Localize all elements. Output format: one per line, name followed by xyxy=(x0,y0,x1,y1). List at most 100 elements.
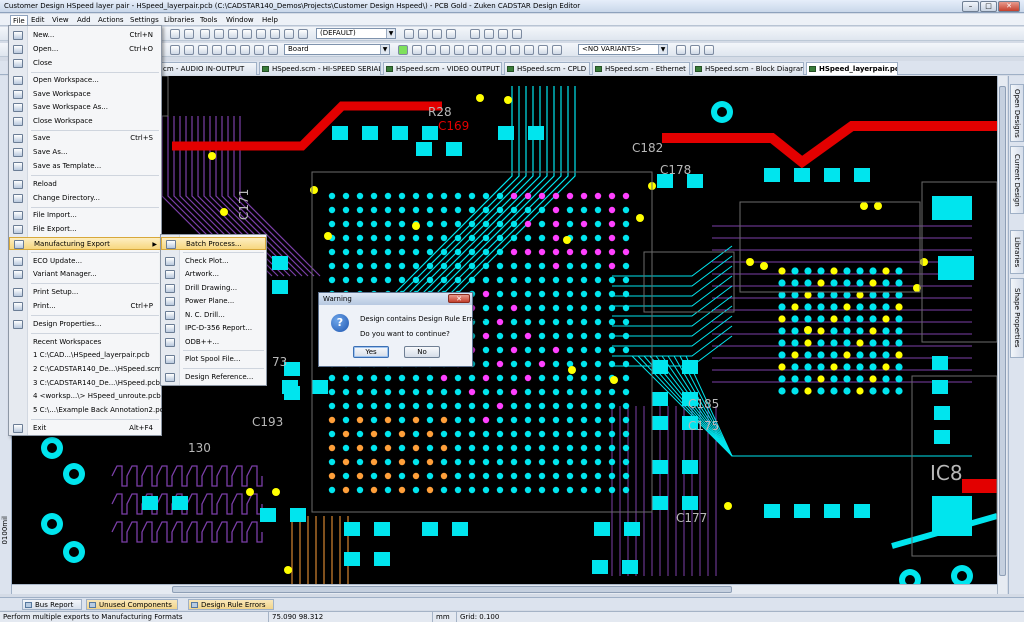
submenu-item-drill-drawing[interactable]: Drill Drawing... xyxy=(161,282,266,295)
route-icon[interactable] xyxy=(298,29,308,39)
net-icon[interactable] xyxy=(468,45,478,55)
align-icon[interactable] xyxy=(512,29,522,39)
file-menu-item-print[interactable]: Print... Ctrl+P xyxy=(9,300,161,313)
tab-bus-report[interactable]: Bus Report xyxy=(22,599,82,610)
variant-add-icon[interactable] xyxy=(676,45,686,55)
dialog-close-button[interactable]: ✕ xyxy=(448,294,470,303)
menu-edit[interactable]: Edit xyxy=(29,15,47,25)
via-icon[interactable] xyxy=(426,45,436,55)
drc-icon[interactable] xyxy=(432,29,442,39)
submenu-item-design-reference[interactable]: Design Reference... xyxy=(161,371,266,384)
circle-icon[interactable] xyxy=(198,45,208,55)
submenu-item-ipc-d-356-report[interactable]: IPC-D-356 Report... xyxy=(161,322,266,335)
tab-open-designs[interactable]: Open Designs xyxy=(1010,84,1024,142)
file-menu-item-save-workspace-as[interactable]: Save Workspace As... xyxy=(9,101,161,114)
file-menu-item-recent-5[interactable]: 5 C:\...\Example Back Annotation2.pcb xyxy=(9,404,168,417)
zoom-out-icon[interactable] xyxy=(214,29,224,39)
yes-button[interactable]: Yes xyxy=(353,346,389,358)
file-menu-item-save-as-template[interactable]: Save as Template... xyxy=(9,160,161,173)
undo-icon[interactable] xyxy=(170,29,180,39)
vertical-scrollbar[interactable] xyxy=(997,76,1007,594)
file-menu-item-reload[interactable]: Reload xyxy=(9,178,161,191)
menu-tools[interactable]: Tools xyxy=(198,15,219,25)
file-menu-item-eco-update[interactable]: ECO Update... xyxy=(9,255,161,268)
redraw-icon[interactable] xyxy=(242,29,252,39)
menu-view[interactable]: View xyxy=(50,15,71,25)
template-icon[interactable] xyxy=(482,45,492,55)
component-icon[interactable] xyxy=(454,45,464,55)
file-menu-item-close-workspace[interactable]: Close Workspace xyxy=(9,115,161,128)
variant-edit-icon[interactable] xyxy=(690,45,700,55)
file-menu-item-save-workspace[interactable]: Save Workspace xyxy=(9,88,161,101)
maximize-button[interactable]: □ xyxy=(980,1,997,12)
block-icon[interactable] xyxy=(524,45,534,55)
file-menu-item-recent-workspaces[interactable]: Recent Workspaces xyxy=(9,336,161,349)
tab-design-rule-errors[interactable]: Design Rule Errors xyxy=(188,599,274,610)
copper-icon[interactable] xyxy=(268,45,278,55)
file-menu-item-variant-manager[interactable]: Variant Manager... xyxy=(9,268,161,281)
tab-block-diagram[interactable]: HSpeed.scm - Block Diagram xyxy=(692,62,804,75)
file-menu-item-recent-4[interactable]: 4 <worksp...\> HSpeed_unroute.pcb xyxy=(9,390,161,403)
pan-icon[interactable] xyxy=(256,29,266,39)
menu-add[interactable]: Add xyxy=(75,15,93,25)
submenu-item-n-c-drill[interactable]: N. C. Drill... xyxy=(161,309,266,322)
submenu-item-artwork[interactable]: Artwork... xyxy=(161,268,266,281)
file-menu-item-recent-3[interactable]: 3 C:\CADSTAR140_De...\HSpeed.pcb xyxy=(9,377,161,390)
menu-actions[interactable]: Actions xyxy=(96,15,126,25)
testpoint-icon[interactable] xyxy=(440,45,450,55)
layer-select[interactable]: Board ▼ xyxy=(284,44,390,55)
file-menu-item-recent-1[interactable]: 1 C:\CAD...\HSpeed_layerpair.pcb xyxy=(9,349,161,362)
tab-ethernet[interactable]: HSpeed.scm - Ethernet xyxy=(592,62,690,75)
menu-help[interactable]: Help xyxy=(260,15,280,25)
file-menu-item-open[interactable]: Open... Ctrl+O xyxy=(9,43,161,56)
zoom-in-icon[interactable] xyxy=(200,29,210,39)
figure-icon[interactable] xyxy=(496,45,506,55)
area-icon[interactable] xyxy=(240,45,250,55)
properties-icon[interactable] xyxy=(538,45,548,55)
zoom-area-icon[interactable] xyxy=(228,29,238,39)
group-icon[interactable] xyxy=(510,45,520,55)
tab-shape-properties[interactable]: Shape Properties xyxy=(1010,278,1024,358)
shape-icon[interactable] xyxy=(226,45,236,55)
text-icon[interactable] xyxy=(170,45,180,55)
variant-select[interactable]: (DEFAULT) ▼ xyxy=(316,28,396,39)
file-menu-item-new[interactable]: New... Ctrl+N xyxy=(9,29,161,42)
file-menu-item-file-export[interactable]: File Export... xyxy=(9,223,161,236)
layer-color-icon[interactable] xyxy=(398,45,408,55)
variant-delete-icon[interactable] xyxy=(704,45,714,55)
submenu-item-power-plane[interactable]: Power Plane... xyxy=(161,295,266,308)
arc-icon[interactable] xyxy=(212,45,222,55)
tab-video-output[interactable]: HSpeed.scm - VIDEO OUTPUT xyxy=(383,62,502,75)
submenu-item-odb[interactable]: ODB++... xyxy=(161,336,266,349)
filter-icon[interactable] xyxy=(552,45,562,55)
menu-libraries[interactable]: Libraries xyxy=(162,15,196,25)
vertical-scroll-thumb[interactable] xyxy=(999,86,1006,576)
file-menu-item-design-properties[interactable]: Design Properties... xyxy=(9,318,161,331)
file-menu-item-open-workspace[interactable]: Open Workspace... xyxy=(9,74,161,87)
file-menu-item-change-directory[interactable]: Change Directory... xyxy=(9,192,161,205)
file-menu-item-save-as[interactable]: Save As... xyxy=(9,146,161,159)
report-icon[interactable] xyxy=(446,29,456,39)
file-menu-item-save[interactable]: Save Ctrl+S xyxy=(9,132,161,145)
submenu-item-batch-process[interactable]: Batch Process... xyxy=(161,237,266,250)
tab-unused-components[interactable]: Unused Components xyxy=(86,599,178,610)
tab-audio-in-output[interactable]: cm - AUDIO IN-OUTPUT xyxy=(150,62,257,75)
grid-icon[interactable] xyxy=(270,29,280,39)
file-menu-item-manufacturing-export[interactable]: Manufacturing Export ▶ xyxy=(9,237,161,250)
menu-settings[interactable]: Settings xyxy=(128,15,161,25)
tab-hi-speed-serial[interactable]: HSpeed.scm - HI-SPEED SERIAL xyxy=(259,62,381,75)
no-button[interactable]: No xyxy=(404,346,440,358)
line-icon[interactable] xyxy=(184,45,194,55)
select-icon[interactable] xyxy=(284,29,294,39)
highlight-icon[interactable] xyxy=(404,29,414,39)
file-menu-item-file-import[interactable]: File Import... xyxy=(9,209,161,222)
file-menu-item-print-setup[interactable]: Print Setup... xyxy=(9,286,161,299)
redo-icon[interactable] xyxy=(184,29,194,39)
tab-current-design[interactable]: Current Design xyxy=(1010,146,1024,214)
measure-icon[interactable] xyxy=(418,29,428,39)
pad-icon[interactable] xyxy=(412,45,422,55)
tab-hspeed-layerpair-pcb[interactable]: HSpeed_layerpair.pcb xyxy=(806,62,898,75)
submenu-item-plot-spool-file[interactable]: Plot Spool File... xyxy=(161,353,266,366)
menu-window[interactable]: Window xyxy=(224,15,256,25)
place-icon[interactable] xyxy=(470,29,480,39)
